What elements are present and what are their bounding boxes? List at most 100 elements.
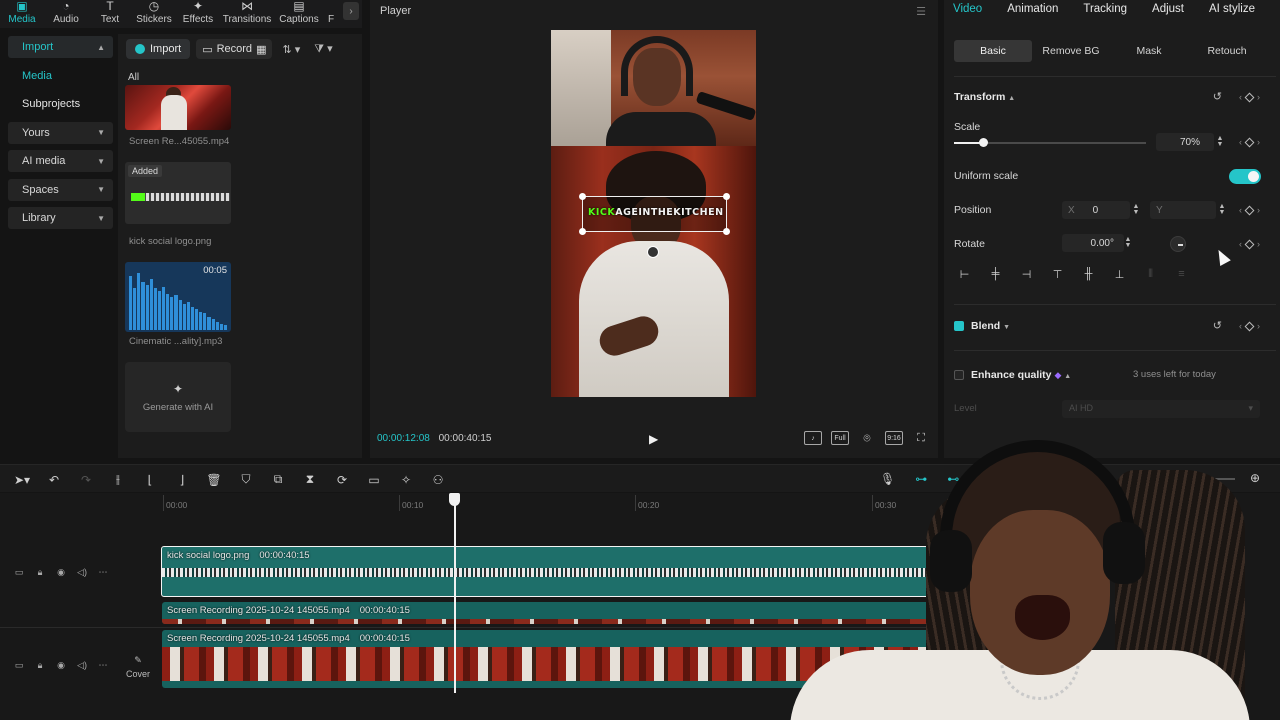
transform-section-toggle[interactable]: Transform ▲ — [954, 91, 1015, 103]
speaker-icon[interactable]: ◁) — [77, 567, 87, 578]
more-icon[interactable]: ⋯ — [98, 660, 108, 671]
keyframe-nav[interactable]: ‹ › — [1239, 321, 1260, 331]
preview-canvas[interactable]: KICKAGEINTHEKITCHEN — [551, 30, 756, 397]
nav-media[interactable]: Media — [8, 65, 113, 87]
lock-icon[interactable]: 🔒︎ — [35, 660, 45, 671]
tab-animation[interactable]: Animation — [1007, 3, 1058, 15]
align-center-h-icon[interactable]: ╪ — [987, 268, 1004, 288]
sort-icon[interactable]: ⇅ ▾ — [278, 43, 304, 56]
loop-icon[interactable]: ⟳ — [334, 473, 350, 487]
select-tool-icon[interactable]: ➤▾ — [14, 473, 30, 487]
media-thumb-screen-recording[interactable] — [125, 85, 231, 130]
position-y-input[interactable]: Y — [1150, 201, 1216, 219]
tab-effects[interactable]: ✦ Effects — [176, 0, 220, 28]
tab-audio[interactable]: ◔ Audio — [44, 0, 88, 28]
rotate-dial[interactable] — [1170, 236, 1186, 252]
align-bottom-icon[interactable]: ⊥ — [1111, 268, 1128, 288]
uniform-scale-toggle[interactable] — [1229, 169, 1261, 184]
subtab-remove-bg[interactable]: Remove BG — [1032, 40, 1110, 62]
shield-icon[interactable]: ⛉ — [238, 472, 254, 487]
speaker-icon[interactable]: ◁) — [77, 660, 87, 671]
tab-stickers[interactable]: ◷ Stickers — [132, 0, 176, 28]
more-icon[interactable]: ⋯ — [98, 567, 108, 578]
undo-icon[interactable]: ↶ — [46, 473, 62, 487]
tab-ai-stylize[interactable]: AI stylize — [1209, 3, 1255, 15]
lock-icon[interactable]: 🔒︎ — [35, 567, 45, 578]
nav-ai-media[interactable]: AI media ▼ — [8, 150, 113, 172]
position-x-input[interactable]: X0 — [1062, 201, 1130, 219]
nav-yours[interactable]: Yours ▼ — [8, 121, 113, 144]
scale-value: 70% — [1179, 136, 1200, 148]
tab-media[interactable]: ▣ Media — [0, 0, 44, 28]
overlay-logo-text: KICKAGEINTHEKITCHEN — [588, 207, 724, 218]
resize-handle[interactable] — [579, 193, 586, 200]
align-left-icon[interactable]: ⊢ — [956, 268, 973, 288]
eye-icon[interactable]: ◉ — [56, 567, 66, 578]
keyframe-nav[interactable]: ‹ › — [1239, 205, 1260, 215]
mirror-icon[interactable]: ⧗ — [302, 472, 318, 487]
split-left-icon[interactable]: ⌊ — [142, 473, 158, 487]
tab-adjust[interactable]: Adjust — [1152, 3, 1184, 15]
reset-icon[interactable]: ↺ — [1213, 90, 1222, 103]
resize-handle[interactable] — [723, 193, 730, 200]
menu-icon[interactable]: ☰ — [916, 5, 926, 18]
magic-wand-icon[interactable]: ✧ — [398, 473, 414, 487]
rotate-handle[interactable] — [647, 246, 659, 258]
enhance-quality-toggle[interactable]: Enhance quality ◆ ▲ — [971, 369, 1071, 381]
split-right-icon[interactable]: ⌋ — [174, 473, 190, 487]
playhead[interactable] — [454, 493, 456, 693]
nav-spaces[interactable]: Spaces ▼ — [8, 178, 113, 201]
blend-checkbox[interactable] — [954, 321, 964, 331]
person-icon[interactable]: ⚇ — [430, 473, 446, 487]
scale-slider-knob[interactable] — [978, 138, 988, 147]
cover-button[interactable]: ✎ Cover — [124, 653, 152, 681]
media-thumb-audio[interactable]: 00:05 — [125, 262, 231, 332]
nav-library[interactable]: Library ▼ — [8, 207, 113, 229]
scale-input[interactable]: 70% — [1156, 133, 1214, 151]
reset-icon[interactable]: ↺ — [1213, 319, 1222, 332]
selected-overlay-box[interactable]: KICKAGEINTHEKITCHEN — [579, 193, 730, 235]
scale-stepper[interactable]: ▲ ▼ — [1216, 135, 1224, 148]
tab-text[interactable]: T Text — [88, 0, 132, 28]
tab-filters[interactable]: F — [324, 0, 338, 28]
subtab-retouch[interactable]: Retouch — [1188, 40, 1266, 62]
nav-import[interactable]: Import ▲ — [8, 36, 113, 58]
align-right-icon[interactable]: ⊣ — [1018, 268, 1035, 288]
tab-video[interactable]: Video — [953, 3, 982, 15]
import-button[interactable]: Import — [126, 39, 191, 59]
filter-icon[interactable]: ⧩ ▾ — [310, 42, 336, 56]
record-button[interactable]: ▭ Record ▦ — [196, 39, 273, 59]
resize-handle[interactable] — [723, 228, 730, 235]
level-select[interactable]: AI HD ▾ — [1062, 400, 1260, 418]
keyframe-nav[interactable]: ‹ › — [1239, 92, 1260, 102]
subtab-basic[interactable]: Basic — [954, 40, 1032, 62]
play-button[interactable]: ▶ — [649, 432, 658, 446]
split-icon[interactable]: ⫲ — [110, 472, 126, 487]
freeze-frame-icon[interactable]: ▭ — [366, 473, 382, 487]
generate-with-ai-button[interactable]: ✦ Generate with AI — [125, 362, 231, 432]
keyframe-nav[interactable]: ‹ › — [1239, 239, 1260, 249]
keyframe-nav[interactable]: ‹ › — [1239, 137, 1260, 147]
resize-handle[interactable] — [579, 228, 586, 235]
tab-captions[interactable]: ▤ Captions — [274, 0, 324, 28]
redo-icon[interactable]: ↷ — [78, 473, 94, 487]
subtab-mask[interactable]: Mask — [1110, 40, 1188, 62]
tabs-scroll-right-button[interactable]: › — [343, 2, 359, 20]
scale-slider[interactable] — [954, 138, 1146, 147]
eye-icon[interactable]: ◉ — [56, 660, 66, 671]
media-thumb-kick-logo[interactable]: Added — [125, 162, 231, 224]
tab-transitions[interactable]: ⋈ Transitions — [220, 0, 274, 28]
rotate-stepper[interactable]: ▲ ▼ — [1124, 236, 1132, 249]
rotate-input[interactable]: 0.00° — [1062, 234, 1124, 252]
align-top-icon[interactable]: ⊤ — [1049, 268, 1066, 288]
crop-icon[interactable]: ⧉ — [270, 472, 286, 487]
nav-subprojects[interactable]: Subprojects — [8, 93, 113, 115]
enhance-quality-checkbox[interactable] — [954, 370, 964, 380]
delete-icon[interactable]: 🗑 — [206, 473, 222, 487]
enhance-quality-label: Enhance quality — [971, 369, 1052, 381]
tab-tracking[interactable]: Tracking — [1083, 3, 1127, 15]
position-y-stepper[interactable]: ▲ ▼ — [1218, 203, 1226, 216]
align-middle-v-icon[interactable]: ╫ — [1080, 268, 1097, 288]
position-x-stepper[interactable]: ▲ ▼ — [1132, 203, 1140, 216]
blend-section-toggle[interactable]: Blend ▼ — [971, 320, 1010, 332]
